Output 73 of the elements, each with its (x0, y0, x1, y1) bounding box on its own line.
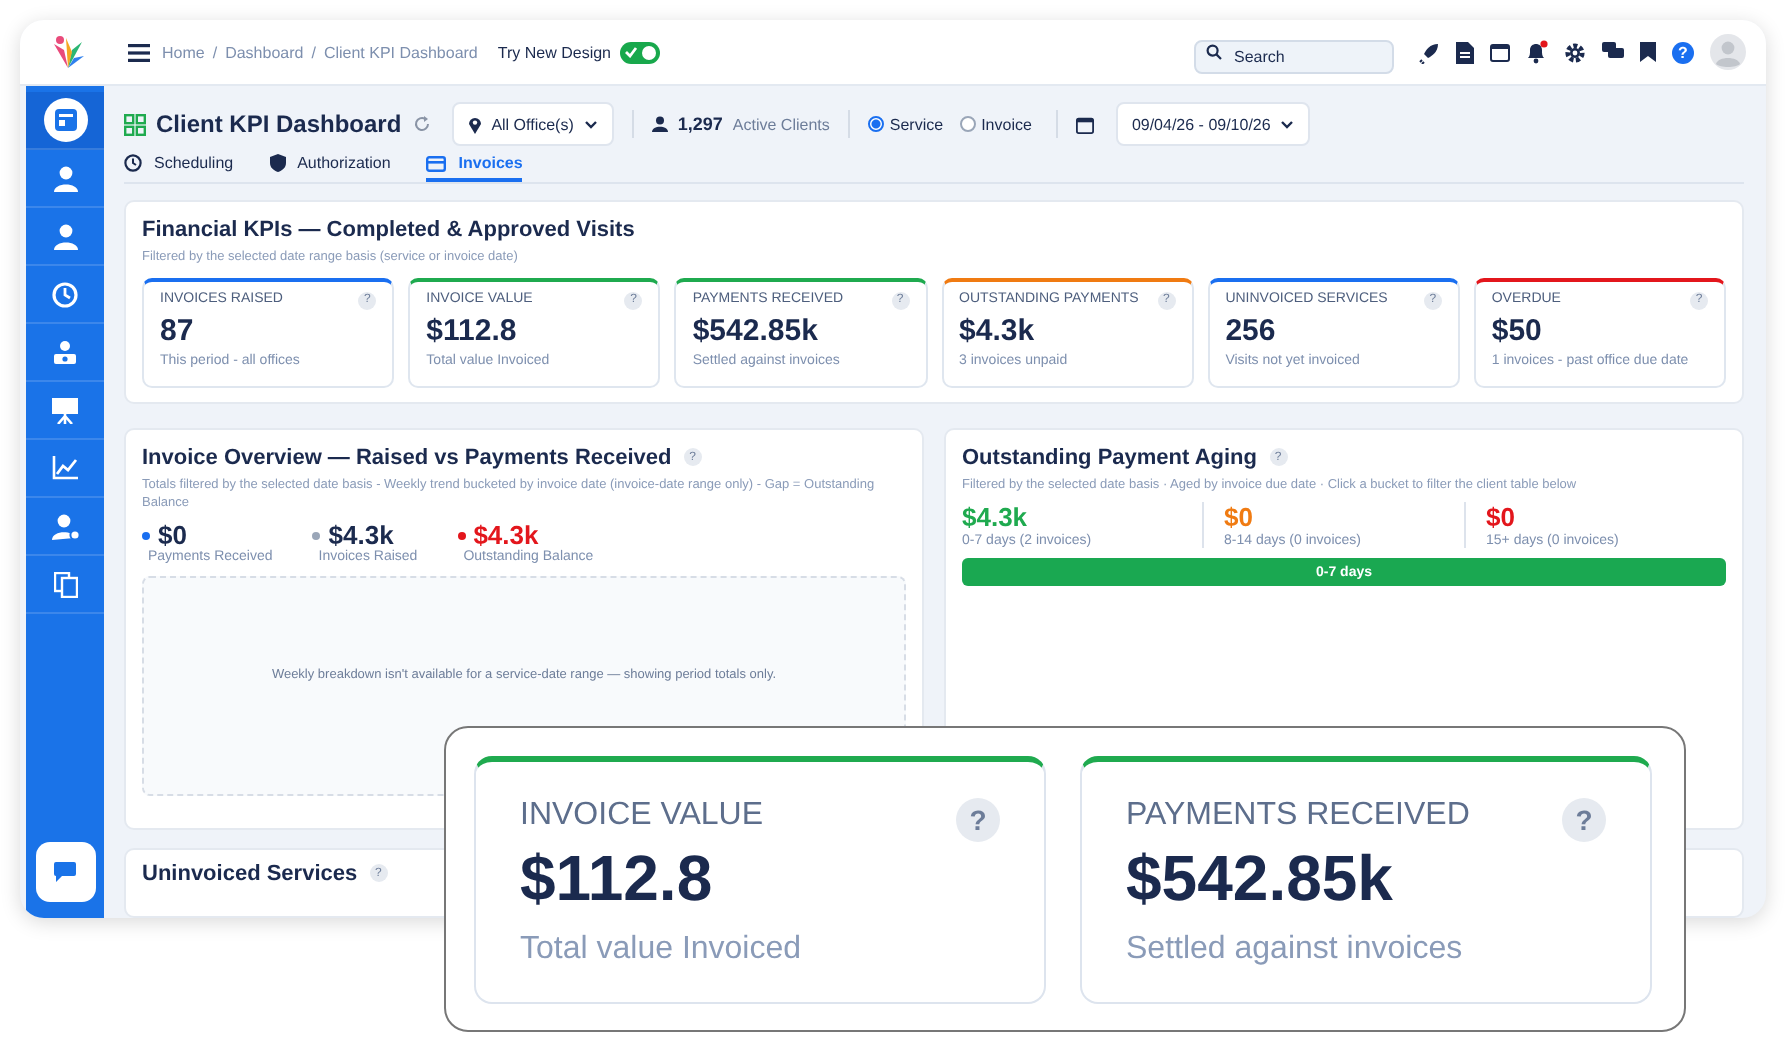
document-icon (53, 108, 77, 132)
clock-icon (52, 281, 78, 307)
menu-icon[interactable] (128, 43, 150, 61)
search-field[interactable]: Search (1194, 39, 1394, 73)
settings-icon[interactable] (1564, 41, 1586, 63)
documents-icon (53, 571, 77, 597)
page-title: Client KPI Dashboard (156, 110, 402, 139)
chevron-down-icon (1280, 119, 1295, 130)
bell-icon[interactable] (1526, 40, 1548, 64)
search-icon (1206, 44, 1222, 60)
kpi-note: Settled against invoices (1126, 932, 1465, 968)
bucket-value: $0 (1224, 502, 1255, 533)
panel-title: Uninvoiced Services (142, 861, 358, 886)
person-icon (651, 116, 668, 133)
total-value: $4.3k (473, 520, 539, 551)
kpi-value: 256 (1225, 313, 1278, 348)
calendar-icon[interactable] (1490, 42, 1510, 62)
help-icon[interactable]: ? (1562, 798, 1606, 842)
help-icon[interactable]: ? (956, 798, 1000, 842)
breadcrumb-link[interactable]: Dashboard (225, 43, 304, 61)
kpi-value: 87 (160, 313, 196, 348)
kpi-label: INVOICE VALUE (520, 798, 764, 834)
office-dropdown[interactable]: All Office(s) (451, 102, 614, 147)
radio-option[interactable]: Service (867, 115, 944, 134)
shield-icon (269, 154, 286, 173)
date-range-dropdown[interactable]: 09/04/26 - 09/10/26 (1115, 102, 1311, 147)
tab[interactable]: Invoices (426, 149, 523, 182)
line-chart-icon (52, 456, 78, 480)
bookmark-icon[interactable] (1640, 42, 1656, 62)
breadcrumb-link[interactable]: Home (162, 43, 205, 61)
bucket-value: $0 (1486, 502, 1517, 533)
tab[interactable]: Scheduling (124, 149, 234, 182)
person-icon (53, 223, 77, 249)
kpi-value: $112.8 (520, 842, 715, 916)
kpi-value: $542.85k (1126, 842, 1395, 916)
help-button[interactable]: ? (1672, 41, 1694, 63)
radio-option[interactable]: Invoice (959, 115, 1032, 134)
presentation-icon (52, 397, 78, 423)
grid-icon (124, 113, 146, 136)
clock-icon (124, 154, 142, 173)
calendar-icon (1075, 115, 1094, 134)
client-count-label: Active Clients (732, 115, 830, 134)
toggle-label: Try New Design (497, 43, 611, 61)
bucket-value: $4.3k (962, 502, 1030, 533)
kpi-note: Total value Invoiced (520, 932, 804, 968)
check-icon (623, 46, 637, 58)
breadcrumb-link[interactable]: Client KPI Dashboard (323, 43, 478, 61)
panel-title: Financial KPIs — Completed & Approved Visits (142, 217, 637, 242)
chevron-down-icon (583, 119, 598, 130)
chat-button[interactable] (35, 842, 95, 902)
refresh-icon[interactable] (413, 116, 430, 133)
kpi-value: $112.8 (426, 313, 519, 348)
card-icon (426, 155, 447, 172)
breadcrumb-separator: / (311, 43, 316, 61)
sidebar-item[interactable] (26, 92, 104, 150)
panel-title: Invoice Overview — Raised vs Payments Received (142, 445, 672, 470)
logo-icon (48, 32, 88, 72)
person-icon (53, 165, 77, 191)
document-icon[interactable] (1456, 41, 1474, 63)
chat-icon (54, 862, 76, 882)
panel-title: Outstanding Payment Aging (962, 445, 1257, 470)
location-pin-icon (467, 115, 482, 134)
tab[interactable]: Authorization (269, 149, 391, 182)
kpi-value: $542.85k (692, 313, 820, 348)
chat-icon[interactable] (1602, 42, 1624, 62)
kpi-label: PAYMENTS RECEIVED (1126, 798, 1470, 834)
toggle-switch[interactable] (619, 41, 659, 63)
total-value: $0 (158, 520, 187, 551)
kpi-value: $50 (1491, 313, 1544, 348)
breadcrumb-separator: / (212, 43, 218, 61)
total-value: $4.3k (328, 520, 394, 551)
kpi-value: $4.3k (959, 313, 1037, 348)
client-count: 1,297 (677, 114, 723, 135)
